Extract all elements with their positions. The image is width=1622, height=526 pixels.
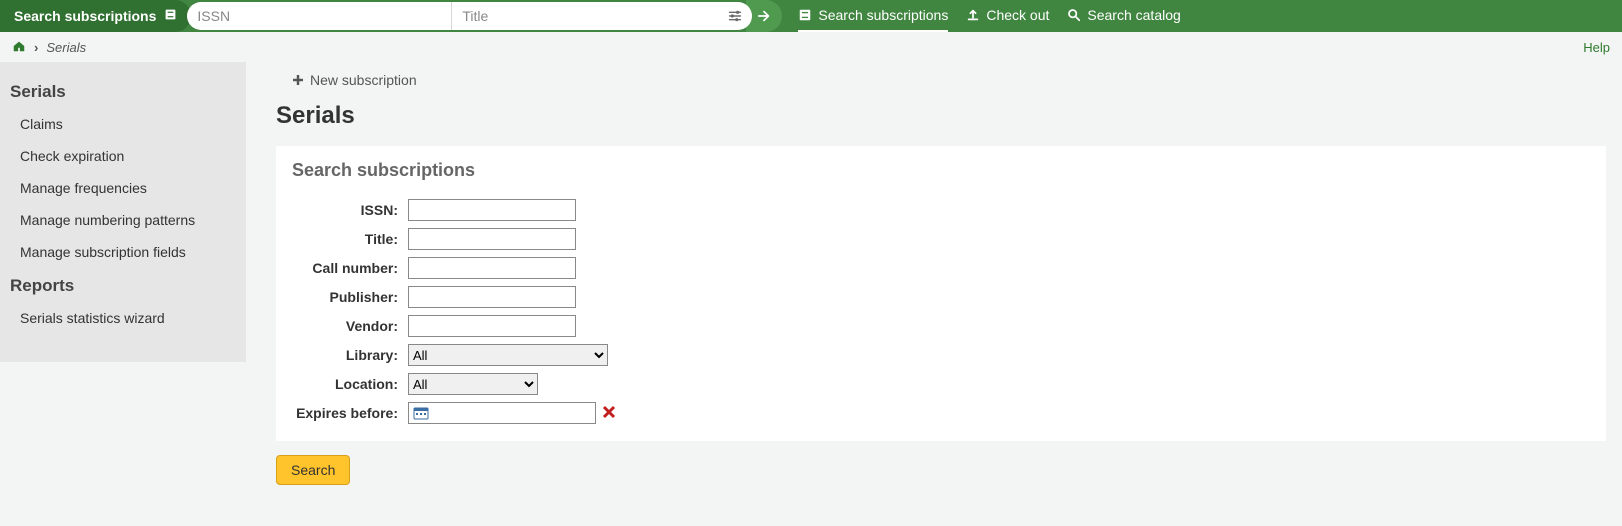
input-expires[interactable] xyxy=(408,402,596,424)
nav-check-out[interactable]: Check out xyxy=(966,0,1049,32)
input-callnumber[interactable] xyxy=(408,257,576,279)
label-library: Library: xyxy=(292,347,408,363)
input-title[interactable] xyxy=(408,228,576,250)
calendar-icon xyxy=(413,406,429,420)
arrow-right-icon xyxy=(757,9,771,23)
clear-date-button[interactable] xyxy=(602,405,618,421)
sidebar: Serials Claims Check expiration Manage f… xyxy=(0,62,246,362)
label-publisher: Publisher: xyxy=(292,289,408,305)
nav-label: Search catalog xyxy=(1087,7,1180,23)
sidebar-list-serials: Claims Check expiration Manage frequenci… xyxy=(0,108,246,268)
top-nav: Search subscriptions Check out Search ca… xyxy=(798,0,1180,32)
label-location: Location: xyxy=(292,376,408,392)
sidebar-list-reports: Serials statistics wizard xyxy=(0,302,246,334)
sidebar-item-check-expiration[interactable]: Check expiration xyxy=(0,140,246,172)
label-vendor: Vendor: xyxy=(292,318,408,334)
select-library[interactable]: All xyxy=(408,344,608,366)
upload-icon xyxy=(966,8,980,22)
page-title: Serials xyxy=(276,102,1606,130)
search-scope-pill[interactable]: Search subscriptions xyxy=(0,0,191,32)
row-library: Library: All xyxy=(292,344,1590,366)
nav-label: Check out xyxy=(986,7,1049,23)
label-issn: ISSN: xyxy=(292,202,408,218)
main-layout: Serials Claims Check expiration Manage f… xyxy=(0,62,1622,485)
sliders-icon[interactable] xyxy=(728,9,742,23)
row-publisher: Publisher: xyxy=(292,286,1590,308)
select-location[interactable]: All xyxy=(408,373,538,395)
nav-search-subscriptions[interactable]: Search subscriptions xyxy=(798,0,948,32)
row-title: Title: xyxy=(292,228,1590,250)
input-issn[interactable] xyxy=(408,199,576,221)
top-search-form xyxy=(187,2,752,30)
home-icon[interactable] xyxy=(12,39,26,56)
breadcrumb-current: Serials xyxy=(46,40,86,55)
sidebar-item-stats-wizard[interactable]: Serials statistics wizard xyxy=(0,302,246,334)
label-callnumber: Call number: xyxy=(292,260,408,276)
chevron-right-icon: › xyxy=(34,40,38,55)
top-title-wrap xyxy=(452,2,752,30)
label-expires: Expires before: xyxy=(292,405,408,421)
top-issn-input[interactable] xyxy=(187,2,452,30)
input-publisher[interactable] xyxy=(408,286,576,308)
sidebar-item-claims[interactable]: Claims xyxy=(0,108,246,140)
breadcrumb-row: › Serials Help xyxy=(0,32,1622,62)
row-vendor: Vendor: xyxy=(292,315,1590,337)
search-scope-label: Search subscriptions xyxy=(14,8,156,24)
content: New subscription Serials Search subscrip… xyxy=(276,62,1622,485)
new-subscription-button[interactable]: New subscription xyxy=(276,62,433,94)
label-title: Title: xyxy=(292,231,408,247)
search-button[interactable]: Search xyxy=(276,455,350,485)
search-panel: Search subscriptions ISSN: Title: Call n… xyxy=(276,146,1606,441)
top-bar: Search subscriptions Search subscript xyxy=(0,0,1622,32)
help-link[interactable]: Help xyxy=(1583,40,1610,55)
book-icon xyxy=(798,8,812,22)
search-icon xyxy=(1067,8,1081,22)
breadcrumb: › Serials xyxy=(12,39,86,56)
sidebar-item-manage-frequencies[interactable]: Manage frequencies xyxy=(0,172,246,204)
panel-heading: Search subscriptions xyxy=(292,160,1590,181)
nav-label: Search subscriptions xyxy=(818,7,948,23)
row-issn: ISSN: xyxy=(292,199,1590,221)
nav-search-catalog[interactable]: Search catalog xyxy=(1067,0,1180,32)
sidebar-heading-reports: Reports xyxy=(10,276,236,296)
new-subscription-label: New subscription xyxy=(310,72,417,88)
plus-icon xyxy=(292,74,304,86)
sidebar-item-manage-sub-fields[interactable]: Manage subscription fields xyxy=(0,236,246,268)
close-icon xyxy=(602,405,616,419)
sidebar-item-manage-numbering[interactable]: Manage numbering patterns xyxy=(0,204,246,236)
top-title-input[interactable] xyxy=(452,2,752,30)
sidebar-heading-serials: Serials xyxy=(10,82,236,102)
row-expires: Expires before: xyxy=(292,402,1590,424)
book-icon xyxy=(164,8,177,24)
input-vendor[interactable] xyxy=(408,315,576,337)
row-callnumber: Call number: xyxy=(292,257,1590,279)
row-location: Location: All xyxy=(292,373,1590,395)
